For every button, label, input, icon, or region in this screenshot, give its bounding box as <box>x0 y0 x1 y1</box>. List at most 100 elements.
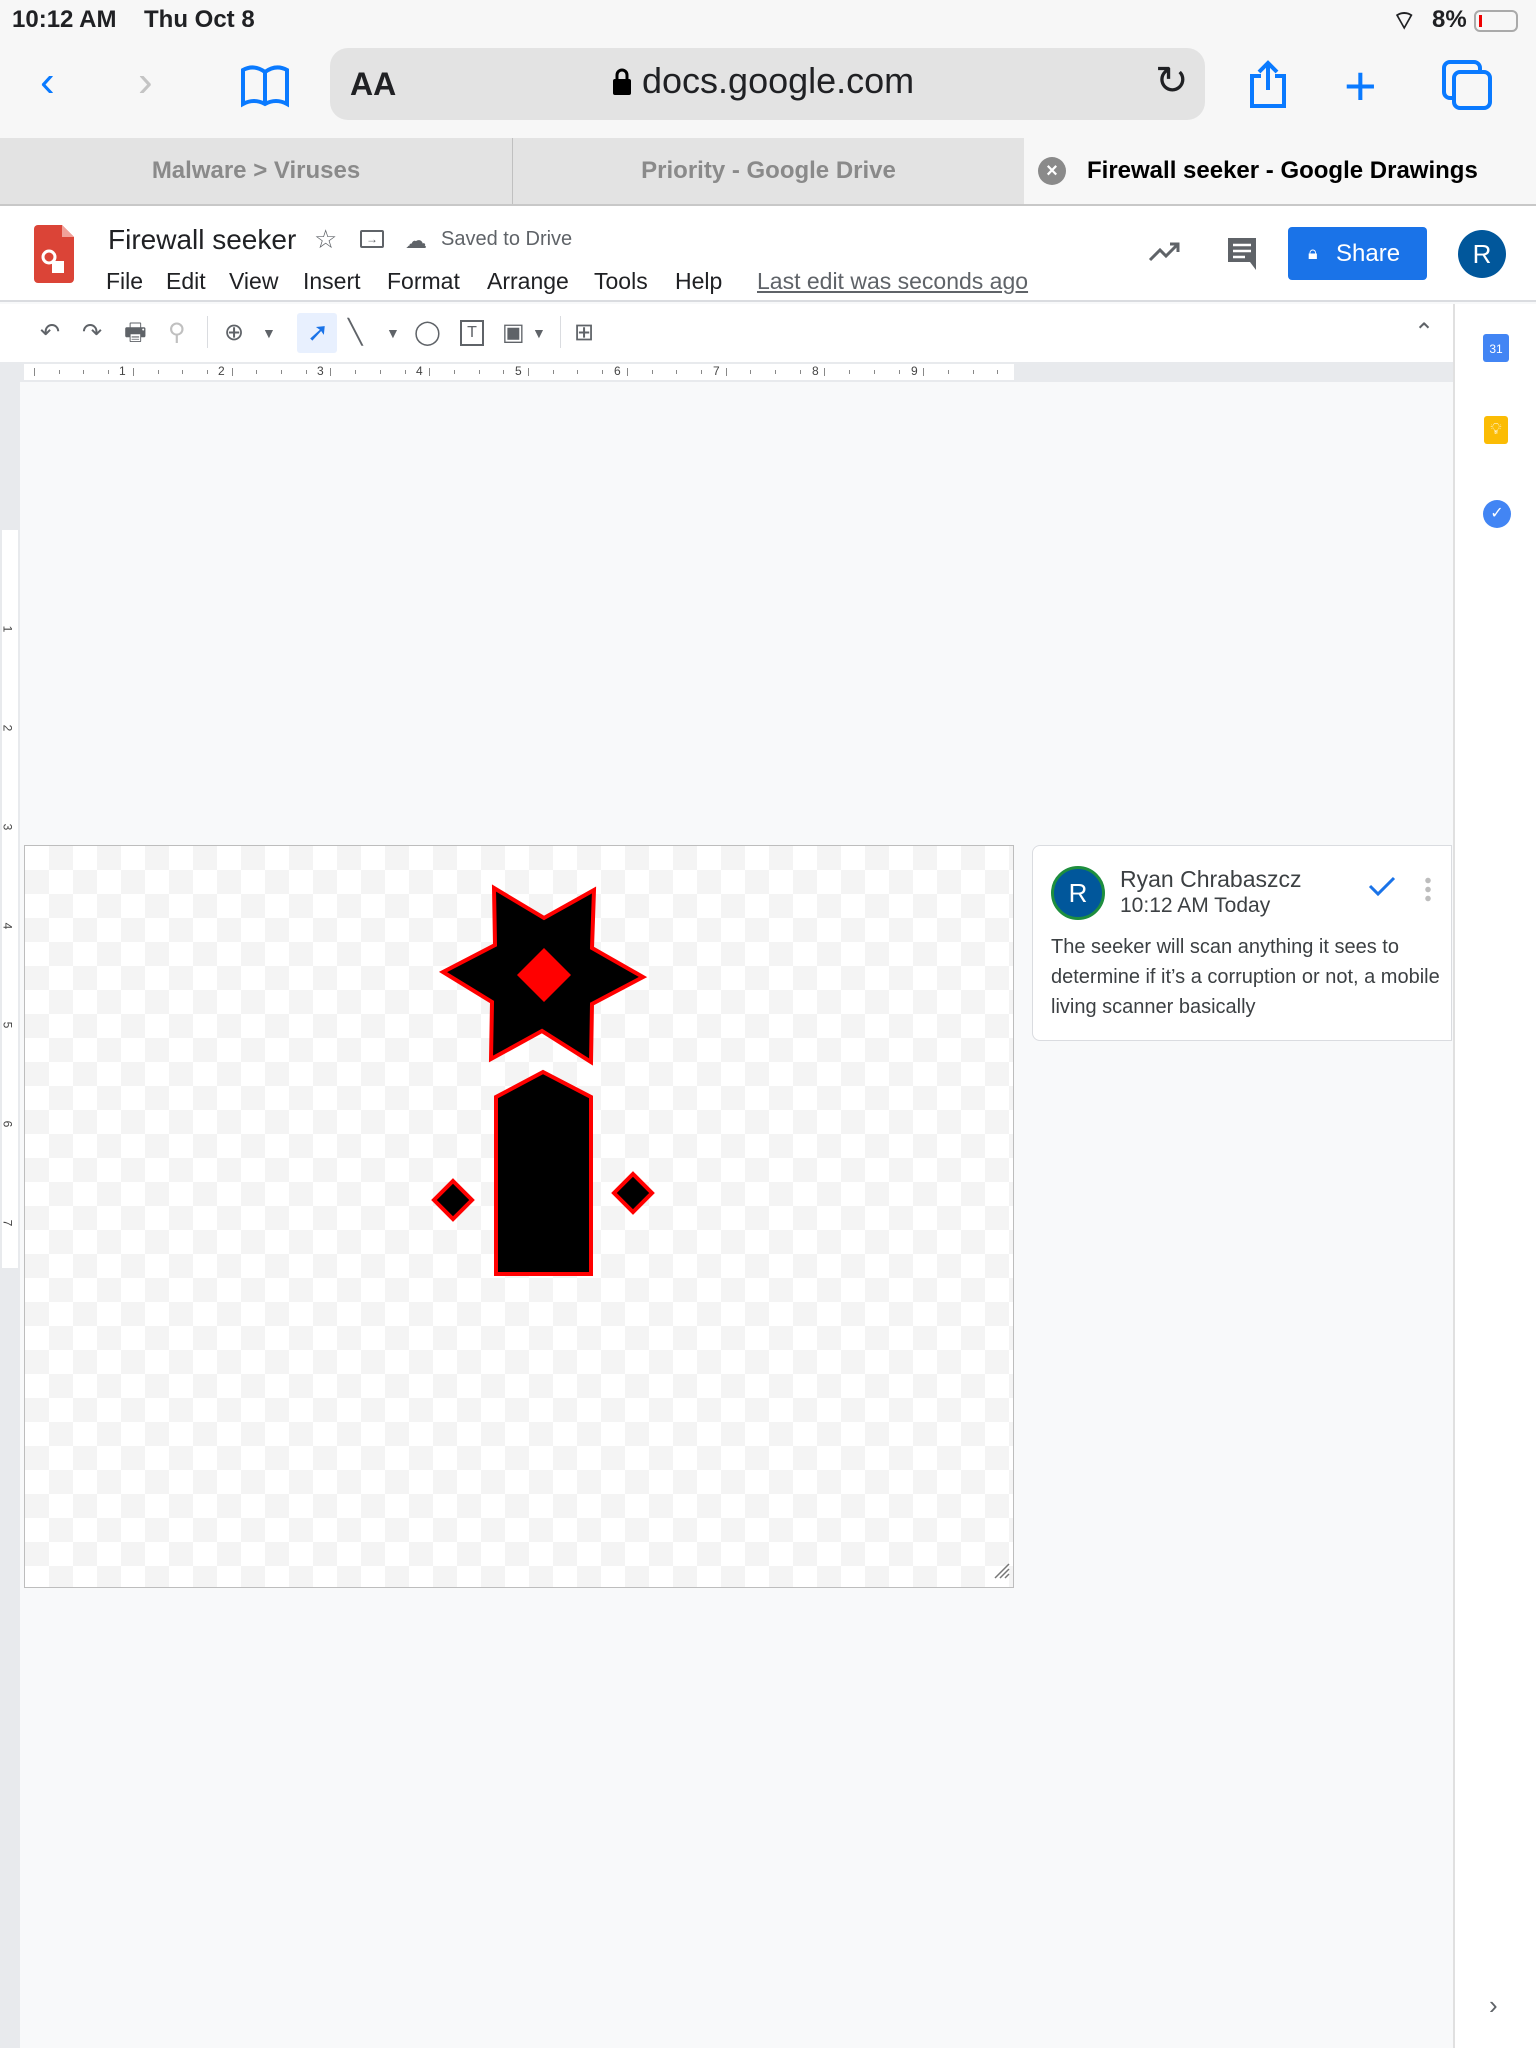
more-options-icon[interactable] <box>1425 876 1431 902</box>
browser-tab[interactable]: Priority - Google Drive <box>513 138 1024 204</box>
tab-label: Priority - Google Drive <box>641 157 896 184</box>
ruler-tick <box>528 368 529 376</box>
drawings-logo-icon[interactable] <box>34 225 74 288</box>
ruler-tick <box>725 368 727 376</box>
docs-header: Firewall seeker ☆ → ☁ Saved to Drive Fil… <box>0 206 1536 302</box>
ruler-label: 5 <box>514 364 523 378</box>
address-bar[interactable]: AA docs.google.com ↻ <box>330 48 1205 120</box>
status-time: 10:12 AM <box>12 6 117 33</box>
image-dropdown-icon[interactable]: ▼ <box>532 318 546 348</box>
share-button[interactable]: 🔒︎ Share <box>1288 227 1427 280</box>
save-status: Saved to Drive <box>441 228 573 250</box>
shape-tool-icon[interactable]: ◯ <box>414 318 441 348</box>
back-icon[interactable]: ‹ <box>40 60 55 104</box>
select-tool[interactable]: ➚ <box>297 313 337 353</box>
menu-file[interactable]: File <box>106 268 143 295</box>
calendar-icon[interactable]: 31 <box>1483 334 1509 362</box>
resize-handle-icon[interactable] <box>991 1560 1011 1585</box>
menu-arrange[interactable]: Arrange <box>487 268 569 295</box>
ruler-tick <box>799 370 801 374</box>
right-diamond <box>611 1171 655 1215</box>
toolbar-divider <box>560 316 561 348</box>
resolve-check-icon[interactable] <box>1367 874 1397 903</box>
ruler-tick <box>849 370 851 374</box>
star-icon[interactable]: ☆ <box>314 224 337 255</box>
text-size-button[interactable]: AA <box>350 66 396 103</box>
activity-trend-icon[interactable] <box>1148 240 1182 269</box>
ruler-tick <box>626 368 628 376</box>
bookmarks-icon[interactable] <box>240 64 290 113</box>
ruler-tick <box>478 370 480 374</box>
comments-icon[interactable] <box>1226 236 1258 275</box>
menu-tools[interactable]: Tools <box>594 268 648 295</box>
body-shape <box>494 1069 593 1276</box>
ruler-tick <box>206 370 208 374</box>
move-folder-icon[interactable]: → <box>360 230 384 248</box>
line-tool-icon[interactable]: ╲ <box>348 318 362 348</box>
toolbar-divider <box>207 316 208 348</box>
forward-icon[interactable]: › <box>138 60 153 104</box>
ruler-label: 8 <box>811 364 820 378</box>
cloud-saved-icon[interactable]: ☁ <box>405 228 427 254</box>
line-dropdown-icon[interactable]: ▼ <box>386 318 400 348</box>
zoom-icon[interactable]: ⊕ <box>224 318 244 348</box>
browser-tab-active[interactable]: × Firewall seeker - Google Drawings <box>1024 138 1536 204</box>
redo-icon[interactable]: ↷ <box>82 318 102 348</box>
status-bar: 10:12 AM Thu Oct 8 ⌔ 8% <box>0 0 1536 40</box>
ruler-label: 1 <box>0 625 15 633</box>
lock-icon: 🔒︎ <box>1308 243 1318 263</box>
left-diamond <box>431 1178 475 1222</box>
ruler-tick <box>132 368 134 376</box>
url-text: docs.google.com <box>642 60 915 101</box>
tasks-icon[interactable]: ✓ <box>1483 500 1511 528</box>
tabs-overview-icon[interactable] <box>1442 60 1494 115</box>
ruler-label: 4 <box>0 922 15 930</box>
last-edit-link[interactable]: Last edit was seconds ago <box>757 268 1028 295</box>
comment-card[interactable]: R Ryan Chrabaszcz 10:12 AM Today The see… <box>1032 845 1452 1041</box>
ruler-tick <box>108 370 110 374</box>
ruler-tick <box>182 370 184 374</box>
vertical-ruler-page: 1 2 3 4 5 6 7 <box>0 530 18 1268</box>
image-icon[interactable]: ▣ <box>502 318 525 348</box>
menu-insert[interactable]: Insert <box>303 268 361 295</box>
collapse-toolbar-icon[interactable]: ⌃ <box>1414 318 1434 348</box>
menu-format[interactable]: Format <box>387 268 460 295</box>
ruler-label: 6 <box>613 364 622 378</box>
undo-icon[interactable]: ↶ <box>40 318 60 348</box>
drawing-canvas[interactable] <box>24 845 1014 1588</box>
keep-icon[interactable]: 💡︎ <box>1484 416 1508 444</box>
expand-panel-icon[interactable]: › <box>1489 1990 1498 2021</box>
browser-tab-bar: Malware > Viruses Priority - Google Driv… <box>0 138 1536 206</box>
new-tab-icon[interactable]: + <box>1344 58 1377 114</box>
battery-icon <box>1474 10 1518 32</box>
ruler-tick <box>231 368 233 376</box>
add-comment-icon[interactable]: ⊞ <box>574 318 594 348</box>
ruler-label: 2 <box>217 364 226 378</box>
comment-author: Ryan Chrabaszcz <box>1120 866 1302 892</box>
ruler-tick <box>972 370 974 374</box>
ruler-tick <box>676 370 678 374</box>
reload-icon[interactable]: ↻ <box>1155 58 1189 104</box>
paint-format-icon[interactable]: ⚲ <box>168 318 186 348</box>
share-label: Share <box>1336 240 1401 267</box>
close-tab-icon[interactable]: × <box>1038 157 1066 185</box>
text-box-icon[interactable]: T <box>460 320 484 346</box>
menu-help[interactable]: Help <box>675 268 722 295</box>
share-sheet-icon[interactable] <box>1248 60 1288 115</box>
wifi-icon: ⌔ <box>1392 5 1417 35</box>
account-avatar[interactable]: R <box>1458 230 1506 278</box>
print-icon[interactable]: 🖶︎ <box>124 318 147 348</box>
menu-edit[interactable]: Edit <box>166 268 206 295</box>
side-panel: 31 💡︎ ✓ › <box>1453 304 1536 2048</box>
document-title[interactable]: Firewall seeker <box>108 224 296 256</box>
ruler-tick <box>552 370 554 374</box>
browser-tab[interactable]: Malware > Viruses <box>0 138 513 204</box>
menu-view[interactable]: View <box>229 268 278 295</box>
zoom-dropdown-icon[interactable]: ▼ <box>262 318 276 348</box>
ruler-tick <box>997 370 999 374</box>
comment-text: The seeker will scan anything it sees to… <box>1051 936 1440 1018</box>
ruler-tick <box>775 370 776 374</box>
ruler-label: 3 <box>0 823 15 831</box>
ruler-tick <box>83 370 85 374</box>
tab-label: Firewall seeker - Google Drawings <box>1087 157 1478 184</box>
